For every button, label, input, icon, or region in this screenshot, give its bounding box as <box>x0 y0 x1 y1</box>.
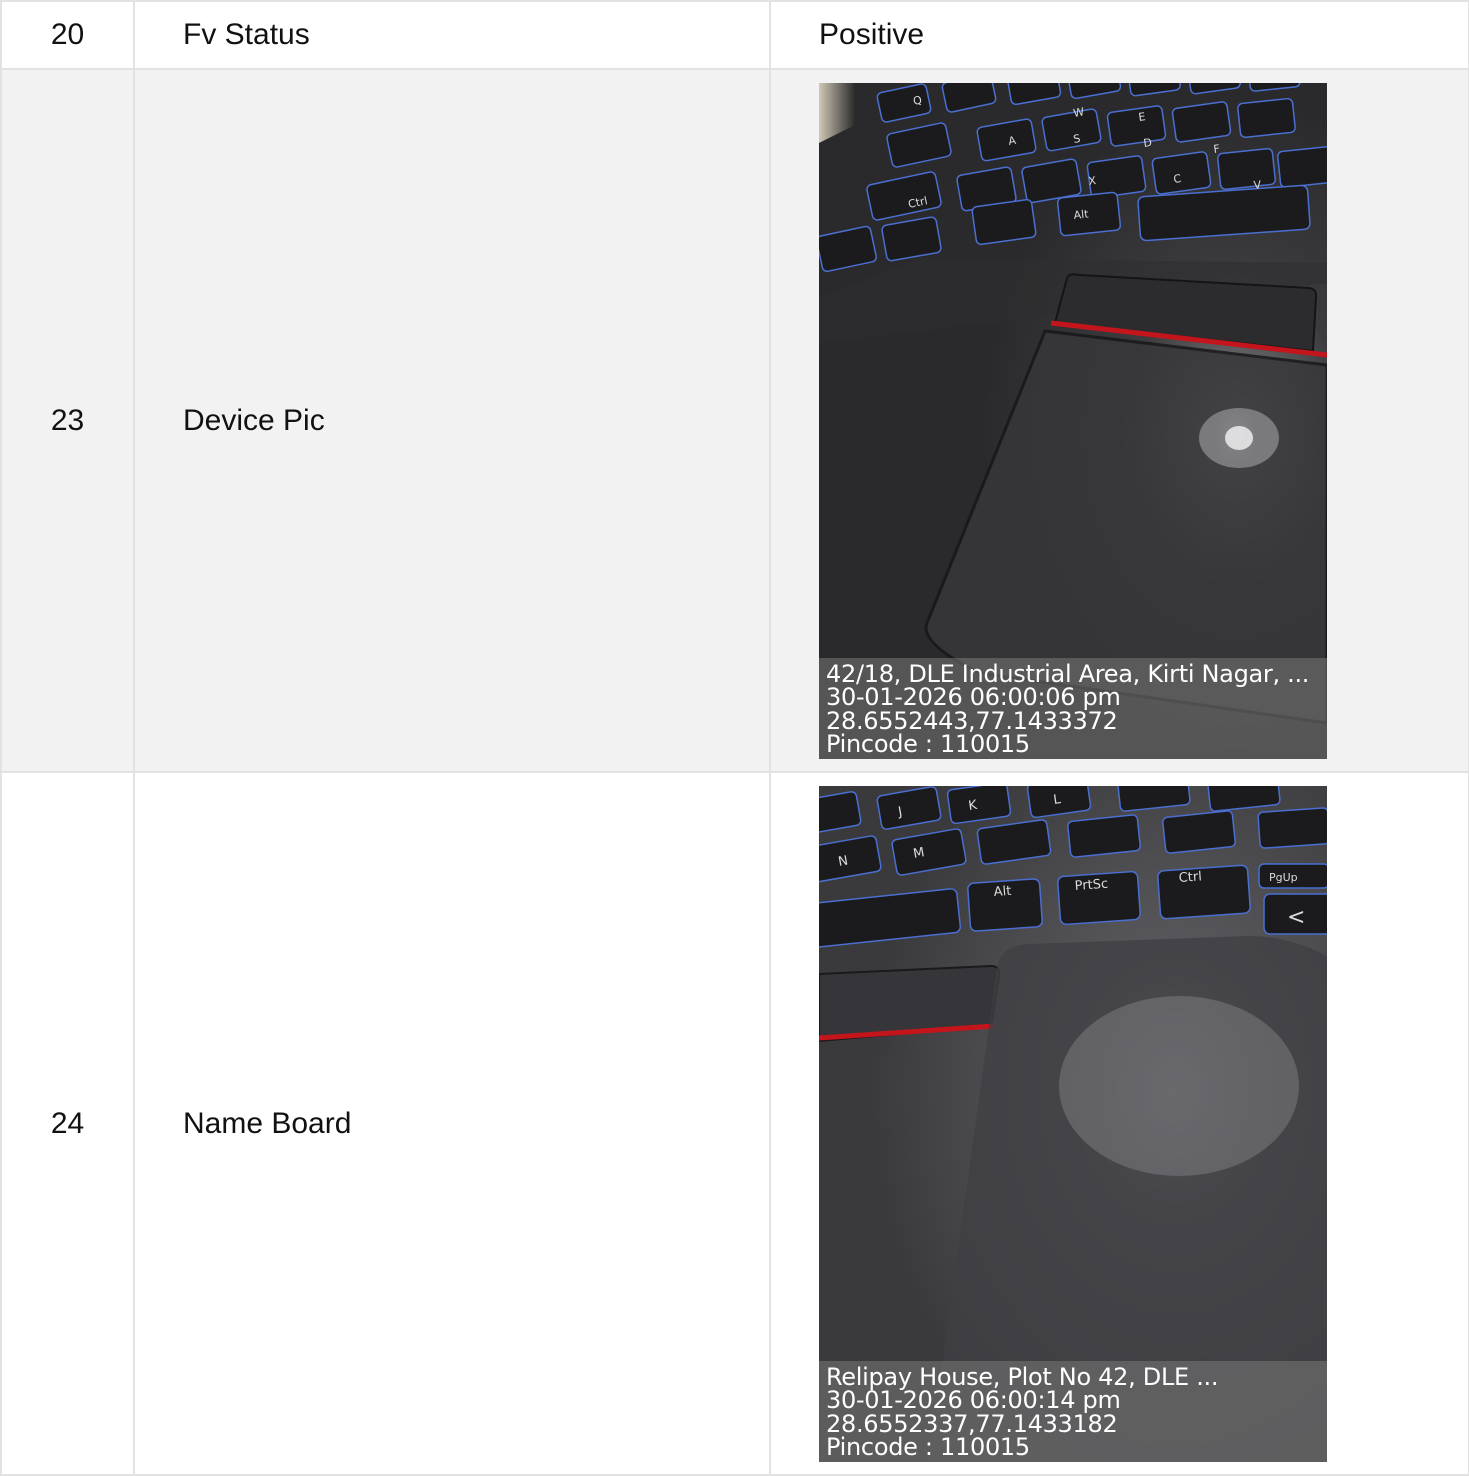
device-photo[interactable]: Q W E A S D F X C V Ctrl Alt 42/18, DLE … <box>819 82 1327 759</box>
verification-table: 20 Fv Status Positive 23 Device Pic Q W … <box>0 0 1469 1476</box>
geotag-timestamp: 30-01-2026 06:00:06 pm <box>826 683 1121 711</box>
geotag-overlay: Relipay House, Plot No 42, DLE ... 30-01… <box>819 1360 1327 1462</box>
svg-text:PgUp: PgUp <box>1269 871 1298 884</box>
geotag-coordinates: 28.6552443,77.1433372 <box>826 706 1118 735</box>
geotag-coordinates: 28.6552337,77.1433182 <box>826 1409 1118 1438</box>
photo-cell: N M J K L Alt PrtSc Ctrl PgUp < Relipay … <box>769 771 1469 1476</box>
field-label: Name Board <box>133 771 771 1476</box>
svg-text:Alt: Alt <box>993 883 1012 899</box>
table-row: 24 Name Board N M J K L Alt PrtSc Ctrl P… <box>0 771 1469 1476</box>
geotag-pincode: Pincode : 110015 <box>826 1433 1030 1461</box>
svg-text:PrtSc: PrtSc <box>1074 876 1108 893</box>
photo-cell: Q W E A S D F X C V Ctrl Alt 42/18, DLE … <box>769 68 1469 773</box>
field-label: Fv Status <box>133 0 771 70</box>
row-number: 24 <box>0 771 135 1476</box>
geotag-pincode: Pincode : 110015 <box>826 730 1030 758</box>
row-number: 23 <box>0 68 135 773</box>
table-row: 20 Fv Status Positive <box>0 0 1469 70</box>
svg-text:Ctrl: Ctrl <box>1178 869 1202 886</box>
field-label: Device Pic <box>133 68 771 773</box>
name-board-photo[interactable]: N M J K L Alt PrtSc Ctrl PgUp < Relipay … <box>819 785 1327 1462</box>
geotag-overlay: 42/18, DLE Industrial Area, Kirti Nagar,… <box>819 657 1327 759</box>
geotag-address: Relipay House, Plot No 42, DLE ... <box>826 1362 1219 1391</box>
geotag-timestamp: 30-01-2026 06:00:14 pm <box>826 1386 1121 1414</box>
row-number: 20 <box>0 0 135 70</box>
svg-text:D: D <box>1143 135 1153 149</box>
field-value: Positive <box>769 0 1469 70</box>
table-row: 23 Device Pic Q W E A S D F X C V Ctrl A… <box>0 68 1469 773</box>
svg-text:Alt: Alt <box>1073 207 1090 222</box>
svg-text:<: < <box>1287 905 1305 930</box>
geotag-address: 42/18, DLE Industrial Area, Kirti Nagar,… <box>826 659 1310 688</box>
